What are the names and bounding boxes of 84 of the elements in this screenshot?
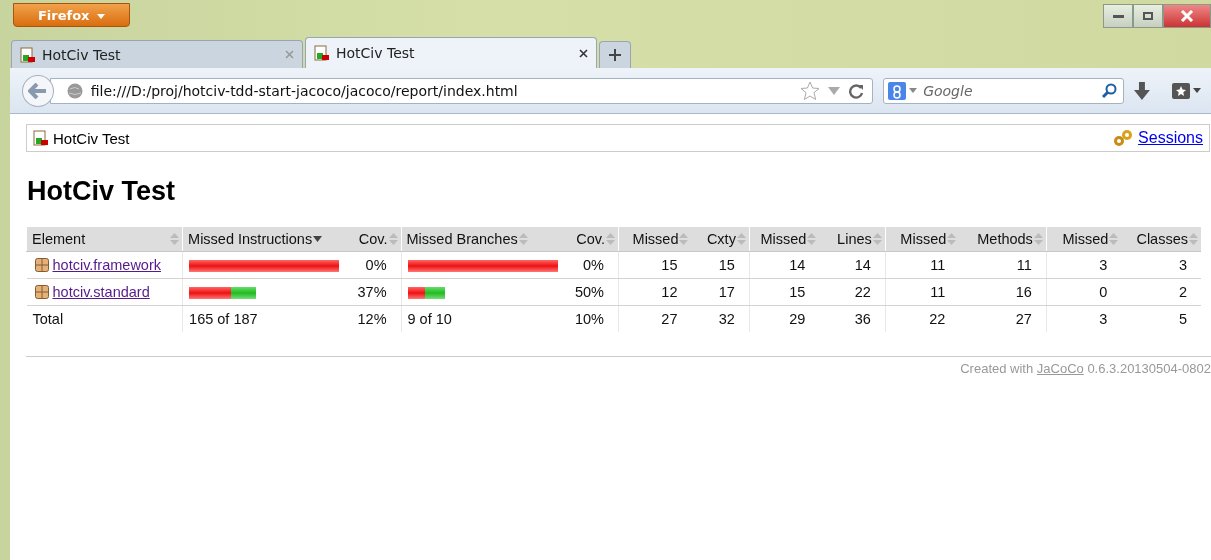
caret-icon [909, 88, 918, 93]
table-cell: 10% [574, 311, 604, 327]
footer-text: Created with JaCoCo 0.6.3.20130504-0802 [960, 361, 1211, 376]
column-header[interactable]: Missed [885, 227, 960, 252]
package-icon [34, 285, 49, 299]
table-cell: 27 [1015, 311, 1032, 327]
search-engine-button[interactable] [888, 81, 918, 100]
globe-icon [66, 82, 83, 99]
maximize-button[interactable] [1133, 4, 1163, 28]
report-icon [20, 46, 36, 63]
search-engine-icon [888, 81, 907, 100]
table-cell: 9 of 10 [407, 311, 452, 327]
column-header[interactable]: Missed [618, 227, 692, 252]
close-tab-icon[interactable] [579, 48, 588, 58]
table-cell: 15 [718, 257, 735, 273]
table-cell: 14 [789, 257, 806, 273]
reload-icon[interactable] [848, 82, 865, 99]
package-link[interactable]: hotciv.framework [52, 257, 161, 273]
sessions-link[interactable]: Sessions [1138, 129, 1203, 147]
search-box[interactable]: Google [883, 77, 1125, 104]
table-cell: 11 [930, 257, 946, 273]
table-cell: 2 [1178, 284, 1187, 300]
bookmarks-button[interactable] [1172, 82, 1201, 99]
minimize-button[interactable] [1103, 4, 1133, 28]
table-cell: 3 [1099, 257, 1108, 273]
package-link[interactable]: hotciv.standard [52, 284, 150, 300]
table-cell: 12 [661, 284, 678, 300]
column-header[interactable]: Cxty [691, 227, 750, 252]
table-cell: 5 [1178, 311, 1187, 327]
column-header[interactable]: Methods [959, 227, 1047, 252]
table-cell: 3 [1178, 257, 1187, 273]
bookmark-star-icon[interactable] [800, 80, 821, 101]
close-icon [1180, 10, 1194, 22]
table-cell: 15 [661, 257, 678, 273]
column-header[interactable]: Cov. [346, 227, 402, 252]
search-field[interactable]: Google [921, 81, 1098, 100]
table-cell: 32 [718, 311, 735, 327]
table-cell: 22 [929, 311, 946, 327]
close-button[interactable] [1163, 4, 1211, 28]
bookmarks-icon [1172, 82, 1190, 99]
plus-icon [609, 49, 621, 61]
table-cell: Total [32, 311, 64, 327]
column-header[interactable]: Classes [1121, 227, 1201, 252]
column-header[interactable]: Lines [819, 227, 886, 252]
table-cell: 27 [661, 311, 678, 327]
report-icon [314, 45, 330, 61]
browser-tab[interactable]: HotCiv Test [11, 40, 303, 68]
gears-icon [1112, 129, 1135, 147]
caret-icon [1193, 88, 1201, 93]
package-icon [34, 258, 49, 272]
column-header[interactable]: Missed [749, 227, 820, 252]
back-arrow-icon [27, 82, 48, 99]
table-cell: 17 [718, 284, 735, 300]
table-cell: 3 [1099, 311, 1108, 327]
browser-tab[interactable]: HotCiv Test [305, 37, 597, 68]
column-header[interactable]: Missed Instructions [182, 227, 347, 252]
report-icon [33, 130, 49, 146]
back-button[interactable] [22, 74, 54, 107]
column-header[interactable]: Cov. [561, 227, 619, 252]
table-cell: 12% [357, 311, 387, 327]
breadcrumb-label: HotCiv Test [53, 129, 130, 147]
table-cell: 50% [574, 284, 604, 300]
table-cell: 16 [1015, 284, 1032, 300]
table-cell: 11 [1016, 257, 1032, 273]
new-tab-button[interactable] [599, 41, 631, 68]
table-cell: 165 of 187 [189, 311, 258, 327]
table-cell: 29 [789, 311, 806, 327]
column-header[interactable]: Missed Branches [401, 227, 562, 252]
download-icon[interactable] [1134, 81, 1150, 100]
table-cell: 11 [930, 284, 946, 300]
table-cell: 22 [854, 284, 871, 300]
table-cell: 0 [1099, 284, 1108, 300]
address-bar[interactable]: file:///D:/proj/hotciv-tdd-start-jacoco/jacoco/report/index.html [49, 77, 874, 104]
column-header[interactable]: Missed [1046, 227, 1122, 252]
table-cell: 0% [365, 257, 387, 273]
search-icon[interactable] [1101, 82, 1118, 99]
caret-icon [97, 13, 106, 19]
table-cell: 0% [583, 257, 604, 273]
page-heading: HotCiv Test [27, 176, 176, 207]
table-cell: 36 [854, 311, 871, 327]
column-header[interactable]: Element [26, 227, 183, 252]
table-cell: 14 [854, 257, 871, 273]
table-cell: 37% [357, 284, 387, 300]
table-cell: 15 [789, 284, 806, 300]
